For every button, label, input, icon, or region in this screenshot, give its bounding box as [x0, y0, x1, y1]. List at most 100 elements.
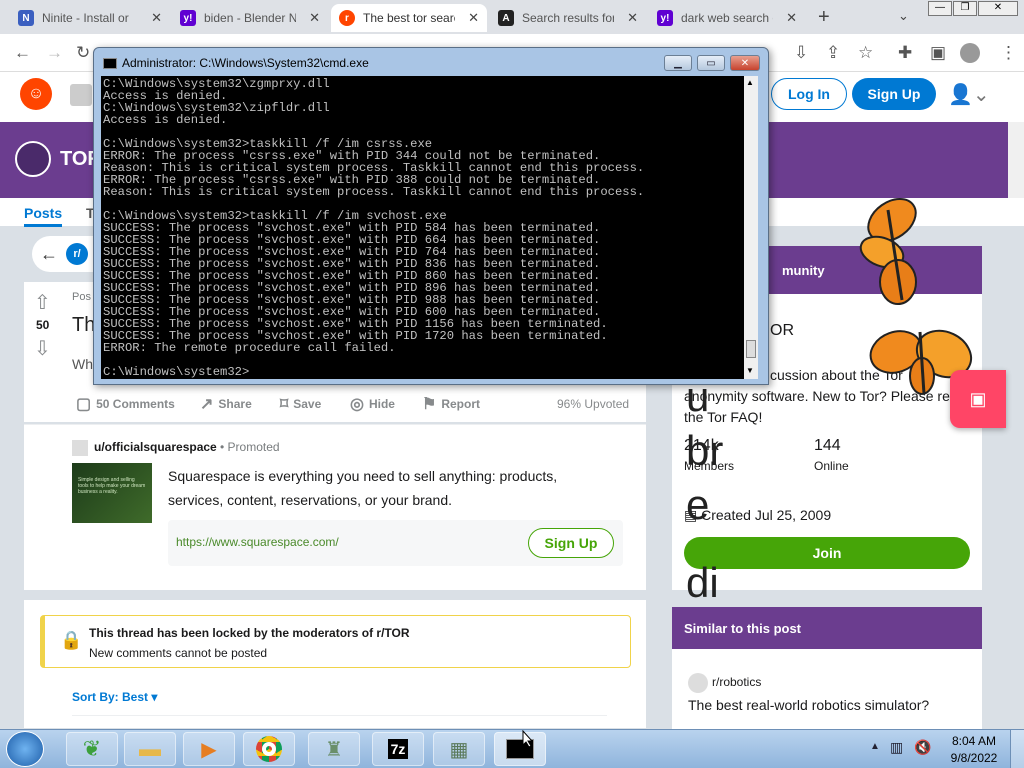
post-title[interactable]: Th: [72, 314, 95, 337]
yahoo-favicon-icon: y!: [657, 10, 673, 26]
leaf-app-icon[interactable]: ❦: [66, 732, 118, 766]
tab-search-results[interactable]: A Search results for ✕: [490, 4, 646, 32]
cmd-maximize-icon[interactable]: ▭: [697, 55, 725, 71]
leaf-icon: ❦: [82, 736, 102, 761]
community-icon[interactable]: [70, 84, 92, 106]
save-button[interactable]: ⌑ Save: [280, 394, 321, 414]
network-status-icon[interactable]: ▥: [890, 739, 903, 756]
minimize-icon[interactable]: —: [928, 1, 952, 16]
chrome-logo-icon: [256, 736, 282, 762]
restore-icon[interactable]: ❐: [953, 1, 977, 16]
share-page-icon[interactable]: ⇪: [826, 43, 840, 63]
posted-by: Pos: [72, 291, 91, 303]
tab-dark-web[interactable]: y! dark web search e ✕: [649, 4, 805, 32]
file-explorer-icon[interactable]: ▬: [124, 732, 176, 766]
extensions-icon[interactable]: ✚: [898, 43, 912, 63]
cmd-close-icon[interactable]: ✕: [730, 55, 760, 71]
side-panel-icon[interactable]: ▣: [930, 43, 946, 63]
tab-search-icon[interactable]: ⌄: [898, 8, 909, 24]
locked-subtitle: New comments cannot be posted: [89, 646, 268, 660]
network-app-icon[interactable]: ▦: [433, 732, 485, 766]
tab-blender[interactable]: y! biden - Blender N ✕: [172, 4, 328, 32]
overlay-letter: br: [686, 427, 724, 474]
promoted-label: Promoted: [227, 440, 280, 454]
castle-app-icon[interactable]: ♜: [308, 732, 360, 766]
bag-icon: ▣: [969, 388, 987, 409]
browser-tab-bar: N Ninite - Install or ✕ y! biden - Blend…: [0, 0, 1024, 34]
downvote-icon[interactable]: ⇩: [34, 336, 51, 361]
report-button[interactable]: ⚑ Report: [422, 394, 480, 414]
close-window-icon[interactable]: ✕: [978, 1, 1018, 16]
7z-logo-icon: 7z: [387, 739, 409, 759]
robotics-avatar-icon: [688, 673, 708, 693]
close-tab-icon[interactable]: ✕: [627, 10, 638, 26]
tab-posts[interactable]: Posts: [24, 205, 63, 227]
reddit-favicon-icon: r: [339, 10, 355, 26]
login-button[interactable]: Log In: [771, 78, 847, 110]
install-icon[interactable]: ⇩: [794, 43, 808, 63]
media-player-icon[interactable]: ▶: [183, 732, 235, 766]
close-tab-icon[interactable]: ✕: [151, 10, 162, 26]
save-label: Save: [293, 397, 322, 411]
scroll-thumb[interactable]: [746, 340, 756, 358]
lock-icon: 🔒: [60, 630, 83, 650]
show-hidden-icons[interactable]: ▲: [870, 741, 880, 752]
cmd-line: Access is denied.: [103, 113, 228, 127]
sort-dropdown[interactable]: Sort By: Best ▾: [72, 690, 157, 704]
signup-button[interactable]: Sign Up: [852, 78, 936, 110]
browser-menu-icon[interactable]: ⋮: [1000, 43, 1017, 63]
close-tab-icon[interactable]: ✕: [309, 10, 320, 26]
overlay-text: u br e di: [686, 370, 746, 610]
ad-thumbnail[interactable]: Simple design and selling tools to help …: [72, 463, 152, 523]
ad-signup-button[interactable]: Sign Up: [528, 528, 614, 558]
comments-button[interactable]: ▢ 50 Comments: [76, 394, 175, 414]
cmd-icon: [103, 58, 117, 69]
volume-muted-icon[interactable]: 🔇: [914, 739, 931, 756]
cmd-scrollbar[interactable]: ▲ ▼: [744, 76, 758, 379]
tab-label: The best tor searc: [363, 11, 455, 25]
advertiser-name[interactable]: u/officialsquarespace: [94, 440, 217, 454]
cmd-window[interactable]: Administrator: C:\Windows\System32\cmd.e…: [93, 47, 769, 385]
arrow-left-icon: ←: [40, 243, 58, 264]
cmd-line: ERROR: The remote procedure call failed.: [103, 341, 396, 355]
upvote-icon[interactable]: ⇧: [34, 290, 51, 315]
upvote-ratio: 96% Upvoted: [557, 397, 630, 411]
new-tab-button[interactable]: +: [818, 6, 830, 29]
cmd-taskbar-icon[interactable]: [494, 732, 546, 766]
flag-icon: ⚑: [422, 396, 437, 413]
back-icon[interactable]: ←: [14, 43, 31, 63]
tab-ninite[interactable]: N Ninite - Install or ✕: [10, 4, 170, 32]
page-scrollbar[interactable]: [1008, 122, 1024, 198]
forward-icon[interactable]: →: [46, 43, 63, 63]
profile-avatar-icon[interactable]: [960, 43, 980, 63]
cmd-line: C:\Windows\system32>: [103, 365, 250, 379]
close-tab-icon[interactable]: ✕: [468, 10, 479, 26]
start-button-icon[interactable]: [6, 731, 44, 767]
close-tab-icon[interactable]: ✕: [786, 10, 797, 26]
scroll-up-icon[interactable]: ▲: [746, 78, 754, 87]
scroll-down-icon[interactable]: ▼: [746, 366, 754, 375]
divider: [72, 715, 607, 716]
hide-button[interactable]: ◎ Hide: [350, 394, 395, 414]
similar-subreddit[interactable]: r/robotics: [712, 675, 761, 689]
floating-app-button[interactable]: ▣: [950, 370, 1006, 428]
ad-url[interactable]: https://www.squarespace.com/: [176, 535, 339, 549]
show-desktop-button[interactable]: [1010, 730, 1024, 768]
reddit-logo-icon[interactable]: ☺: [20, 78, 52, 110]
similar-title: Similar to this post: [684, 621, 802, 636]
chrome-icon[interactable]: [243, 732, 295, 766]
reload-icon[interactable]: ↻: [76, 43, 90, 63]
yahoo-favicon-icon: y!: [180, 10, 196, 26]
bookmark-star-icon[interactable]: ☆: [858, 43, 873, 63]
cmd-console[interactable]: C:\Windows\system32\zgmprxy.dll Access is…: [101, 76, 751, 379]
caret-down-icon: ▾: [151, 690, 158, 704]
clock-time[interactable]: 8:04 AM: [948, 734, 1000, 748]
similar-post-title[interactable]: The best real-world robotics simulator?: [688, 697, 929, 713]
share-button[interactable]: ↗ Share: [200, 394, 252, 414]
community-name: OR: [770, 322, 794, 339]
tab-tor-search[interactable]: r The best tor searc ✕: [331, 4, 487, 32]
7zip-icon[interactable]: 7z: [372, 732, 424, 766]
clock-date[interactable]: 9/8/2022: [948, 751, 1000, 765]
cmd-minimize-icon[interactable]: ▁: [664, 55, 692, 71]
user-menu-icon[interactable]: 👤⌄: [948, 82, 990, 107]
